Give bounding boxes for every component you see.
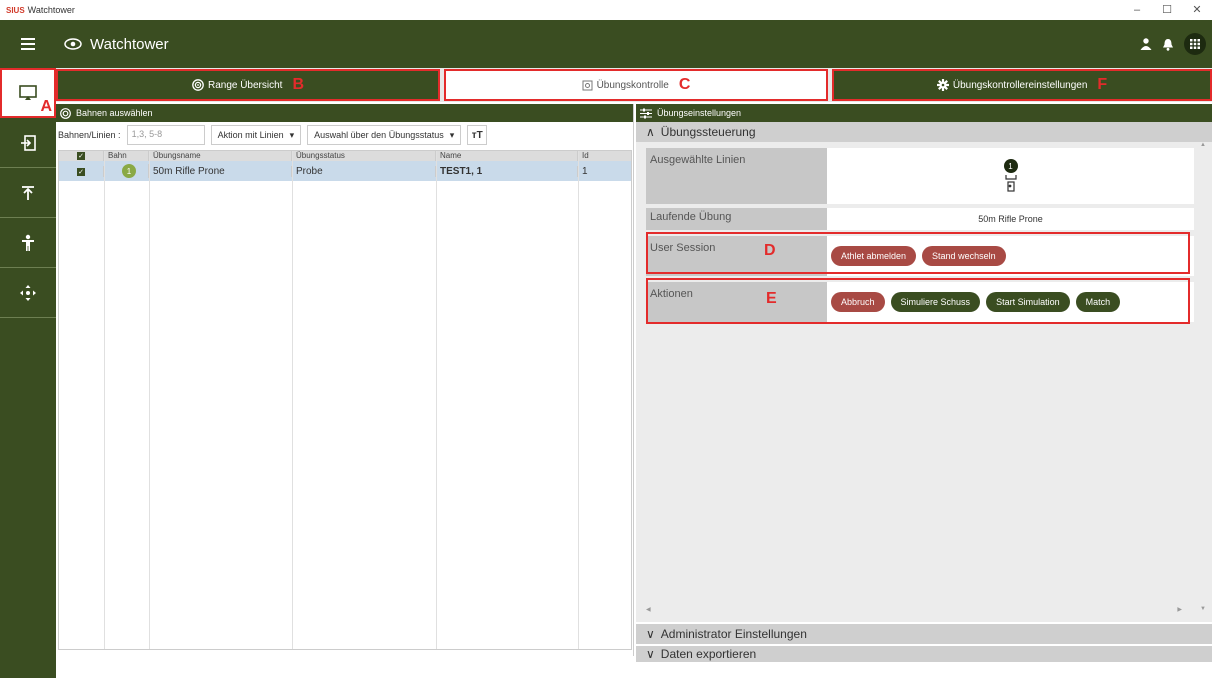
col-header-status[interactable]: Übungsstatus: [292, 151, 436, 161]
tab-range-overview[interactable]: Range Übersicht B: [56, 69, 440, 101]
hamburger-menu-button[interactable]: [0, 20, 56, 68]
section-exercise-control[interactable]: ∧ Übungssteuerung: [636, 122, 1212, 142]
lane-badge: 1: [122, 164, 136, 178]
chevron-down-icon: ∨: [646, 627, 655, 641]
selected-lines-label: Ausgewählte Linien: [646, 148, 827, 204]
radar-icon: [192, 79, 204, 91]
annotation-marker-e: E: [766, 290, 777, 307]
top-tab-row: Range Übersicht B Übungskontrolle C Übun…: [56, 68, 1212, 102]
bell-icon[interactable]: [1162, 38, 1174, 51]
tab-exercise-control[interactable]: Übungskontrolle C: [444, 69, 828, 101]
dropdown-label: Aktion mit Linien: [217, 130, 284, 140]
user-icon[interactable]: [1140, 38, 1152, 50]
exercise-settings-title: Übungseinstellungen: [657, 108, 742, 118]
tab-label: Range Übersicht: [207, 79, 283, 91]
exercise-status-cell: Probe: [292, 165, 436, 177]
selected-line-badge: 1: [1003, 159, 1018, 173]
lane-filter-bar: Bahnen/Linien : 1,3, 5-8 Aktion mit Lini…: [56, 122, 633, 148]
eye-icon: [64, 38, 82, 50]
horizontal-scrollbar[interactable]: ◀ ▶: [646, 606, 1194, 616]
apps-grid-button[interactable]: [1184, 33, 1206, 55]
table-header: ✓ Bahn Übungsname Übungsstatus Name Id: [59, 151, 631, 161]
menu-icon: [21, 38, 35, 50]
lanes-panel: Bahnen auswählen Bahnen/Linien : 1,3, 5-…: [56, 104, 634, 656]
section-export-data[interactable]: ∨ Daten exportieren: [636, 646, 1212, 662]
rail-item-range-view[interactable]: A: [0, 68, 56, 118]
section-title: Übungssteuerung: [660, 125, 756, 139]
app-title: Watchtower: [90, 35, 169, 53]
lanes-table: ✓ Bahn Übungsname Übungsstatus Name Id ✓…: [58, 150, 632, 650]
login-icon: [21, 134, 36, 151]
caret-down-icon: ▾: [449, 129, 455, 140]
col-header-uebungsname[interactable]: Übungsname: [149, 151, 292, 161]
target-frame-icon: [582, 80, 593, 90]
athlete-name-cell: TEST1, 1: [436, 165, 578, 177]
window-controls: – ☐ ✕: [1122, 0, 1212, 20]
window-title: Watchtower: [27, 5, 75, 15]
radar-icon: [60, 107, 71, 119]
app-header: Watchtower: [56, 20, 1212, 68]
running-exercise-row: Laufende Übung 50m Rifle Prone: [646, 208, 1194, 230]
tab-label: Übungskontrolle: [596, 79, 669, 91]
upload-icon: [22, 185, 34, 200]
rail-item-login[interactable]: [0, 118, 56, 168]
running-exercise-value: 50m Rifle Prone: [827, 208, 1194, 230]
annotation-marker-d: D: [764, 242, 776, 259]
lanes-panel-title: Bahnen auswählen: [76, 108, 153, 118]
annotation-marker-b: B: [292, 76, 305, 93]
annotation-marker-c: C: [678, 76, 691, 93]
section-title: Daten exportieren: [660, 647, 757, 661]
highlight-box-e: [646, 278, 1190, 324]
rail-item-upload[interactable]: [0, 168, 56, 218]
row-checkbox[interactable]: ✓: [59, 165, 104, 177]
highlight-box-d: [646, 232, 1190, 274]
selected-lines-value: 1: [827, 148, 1194, 204]
minimize-icon[interactable]: –: [1122, 0, 1152, 20]
chevron-up-icon: ∧: [646, 125, 655, 139]
running-exercise-label: Laufende Übung: [646, 208, 827, 230]
table-row[interactable]: ✓ 1 50m Rifle Prone Probe TEST1, 1 1: [59, 161, 631, 181]
nav-rail: A: [0, 20, 56, 678]
section-admin-settings[interactable]: ∨ Administrator Einstellungen: [636, 624, 1212, 644]
col-header-id[interactable]: Id: [578, 151, 631, 161]
window-titlebar: SIUS Watchtower – ☐ ✕: [0, 0, 1212, 20]
section-title: Administrator Einstellungen: [660, 627, 807, 641]
close-icon[interactable]: ✕: [1182, 0, 1212, 20]
apps-grid-icon: [1190, 39, 1200, 49]
lanes-panel-header: Bahnen auswählen: [56, 104, 633, 122]
annotation-marker-f: F: [1097, 76, 1108, 93]
status-select-dropdown[interactable]: Auswahl über den Übungsstatus ▾: [307, 125, 462, 145]
annotation-marker-a: A: [40, 98, 52, 115]
exercise-name-cell: 50m Rifle Prone: [149, 165, 292, 177]
sliders-icon: [640, 108, 652, 118]
exercise-settings-panel: Übungseinstellungen ∧ Übungssteuerung Au…: [636, 104, 1212, 678]
monitor-icon: [19, 85, 37, 100]
col-header-name[interactable]: Name: [436, 151, 578, 161]
lane-action-dropdown[interactable]: Aktion mit Linien ▾: [210, 125, 302, 145]
caret-down-icon: ▾: [289, 129, 295, 140]
dropdown-label: Auswahl über den Übungsstatus: [314, 130, 444, 140]
text-size-button[interactable]: ᴛT: [467, 125, 488, 145]
lane-filter-input[interactable]: 1,3, 5-8: [126, 125, 205, 145]
maximize-icon[interactable]: ☐: [1152, 0, 1182, 20]
tab-label: Übungskontrollereinstellungen: [952, 79, 1088, 91]
chevron-down-icon: ∨: [646, 647, 655, 661]
move-icon: [20, 284, 36, 301]
shooting-stand-icon: [1004, 175, 1017, 192]
tab-exercise-settings[interactable]: Übungskontrollereinstellungen F: [832, 69, 1212, 101]
selected-lines-row: Ausgewählte Linien 1: [646, 148, 1194, 204]
lane-cell: 1: [104, 164, 149, 178]
gear-icon: [936, 79, 949, 91]
exercise-control-body: Ausgewählte Linien 1 Laufende Übung 50m …: [636, 142, 1212, 622]
lane-filter-label: Bahnen/Linien :: [58, 130, 121, 140]
select-all-checkbox[interactable]: ✓: [59, 151, 104, 161]
id-cell: 1: [582, 165, 588, 177]
col-header-bahn[interactable]: Bahn: [104, 151, 149, 161]
rail-item-athlete[interactable]: [0, 218, 56, 268]
rail-item-move[interactable]: [0, 268, 56, 318]
person-icon: [22, 234, 34, 251]
exercise-settings-header: Übungseinstellungen: [636, 104, 1212, 122]
app-logo: SIUS: [6, 5, 25, 15]
vertical-scrollbar[interactable]: ▲ ▼: [1198, 142, 1208, 612]
